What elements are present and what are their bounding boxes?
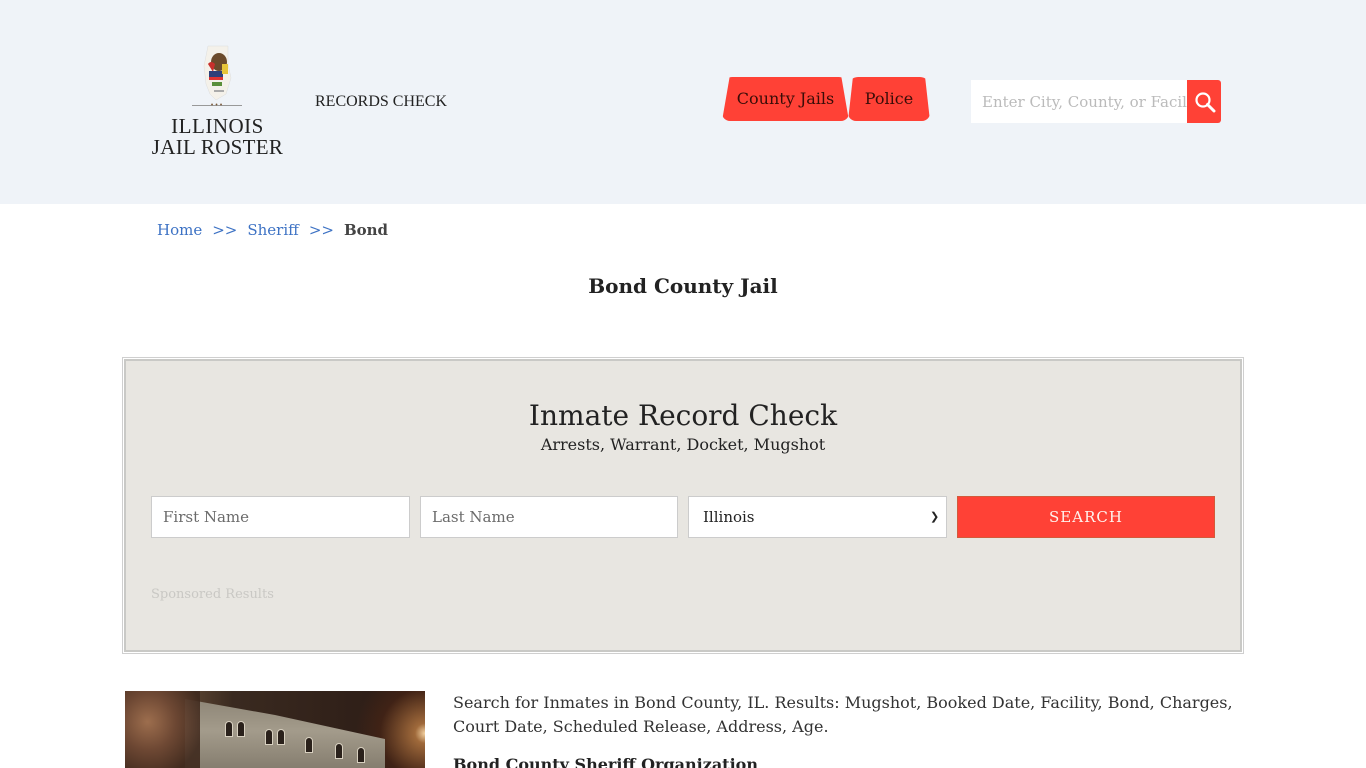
breadcrumb-separator: >> bbox=[309, 221, 334, 239]
first-name-field[interactable] bbox=[151, 496, 410, 538]
breadcrumb-sheriff[interactable]: Sheriff bbox=[247, 221, 298, 239]
photo-window bbox=[335, 743, 343, 759]
photo-window bbox=[237, 721, 245, 737]
breadcrumb: Home >> Sheriff >> Bond bbox=[157, 221, 388, 239]
site-search bbox=[971, 80, 1221, 123]
intro-text: Search for Inmates in Bond County, IL. R… bbox=[453, 691, 1233, 739]
nav-tab-police[interactable]: Police bbox=[848, 77, 930, 121]
photo-window bbox=[357, 747, 365, 763]
sponsored-results-label: Sponsored Results bbox=[151, 587, 274, 602]
record-check-subtitle: Arrests, Warrant, Docket, Mugshot bbox=[126, 435, 1240, 454]
inmate-record-check-panel: Inmate Record Check Arrests, Warrant, Do… bbox=[122, 357, 1244, 654]
jail-building-photo bbox=[125, 691, 425, 768]
photo-window bbox=[277, 729, 285, 745]
site-header: ••• ILLINOIS JAIL ROSTER RECORDS CHECK C… bbox=[0, 0, 1366, 204]
logo-text-line2: JAIL ROSTER bbox=[150, 135, 285, 160]
logo-dots: ••• bbox=[208, 104, 226, 107]
record-check-title: Inmate Record Check bbox=[126, 399, 1240, 432]
search-icon bbox=[1194, 91, 1216, 113]
page-title: Bond County Jail bbox=[0, 274, 1366, 298]
breadcrumb-separator: >> bbox=[212, 221, 237, 239]
photo-tree bbox=[125, 691, 200, 768]
site-logo[interactable]: ••• ILLINOIS JAIL ROSTER bbox=[150, 42, 285, 162]
nav-tab-county-jails[interactable]: County Jails bbox=[722, 77, 849, 121]
last-name-field[interactable] bbox=[420, 496, 678, 538]
sheriff-org-heading: Bond County Sheriff Organization bbox=[453, 755, 758, 768]
photo-building bbox=[185, 699, 385, 768]
site-search-input[interactable] bbox=[971, 80, 1187, 123]
breadcrumb-home[interactable]: Home bbox=[157, 221, 202, 239]
photo-window bbox=[265, 729, 273, 745]
photo-window bbox=[305, 737, 313, 753]
state-select[interactable]: Illinois bbox=[688, 496, 947, 538]
record-search-button[interactable]: SEARCH bbox=[957, 496, 1215, 538]
breadcrumb-current: Bond bbox=[344, 221, 388, 239]
record-check-inner: Inmate Record Check Arrests, Warrant, Do… bbox=[124, 359, 1242, 652]
site-search-button[interactable] bbox=[1187, 80, 1221, 123]
illinois-seal-icon bbox=[198, 44, 238, 102]
photo-window bbox=[225, 721, 233, 737]
records-check-link[interactable]: RECORDS CHECK bbox=[315, 93, 447, 111]
